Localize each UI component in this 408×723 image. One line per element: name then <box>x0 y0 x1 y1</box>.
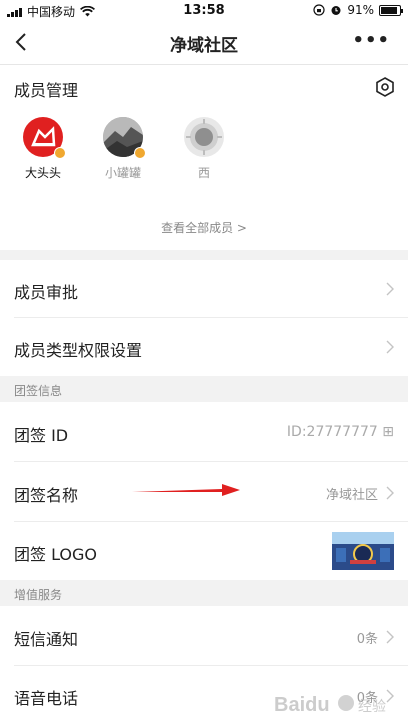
member-type-permissions-label: 成员类型权限设置 <box>14 341 143 360</box>
baidu-watermark-logo: Baidu 经验 <box>274 694 386 716</box>
member-type-permissions-row[interactable]: 成员类型权限设置 <box>0 318 408 376</box>
member-name: 大头头 <box>24 166 61 180</box>
chevron-right-icon <box>386 340 394 354</box>
group-logo-row[interactable]: 团签 LOGO <box>0 522 408 580</box>
chevron-right-icon <box>386 630 394 644</box>
chevron-right-icon <box>386 282 394 296</box>
svg-text:Baidu: Baidu <box>274 694 330 716</box>
alarm-icon <box>331 6 341 15</box>
group-info-section-header: 团签信息 <box>0 376 408 402</box>
hexagon-settings-icon[interactable] <box>374 76 396 98</box>
avatar <box>184 117 224 157</box>
orientation-lock-icon <box>313 4 325 16</box>
group-name-label: 团签名称 <box>14 486 79 505</box>
group-id-value: ID:27777777 ⊞ <box>286 424 394 440</box>
chevron-right-icon <box>386 486 394 500</box>
group-id-row[interactable]: 团签 ID ID:27777777 ⊞ <box>0 402 408 462</box>
svg-text:经验: 经验 <box>358 699 386 715</box>
annotation-arrow-icon <box>132 484 240 496</box>
member-approval-row[interactable]: 成员审批 <box>0 260 408 318</box>
member-approval-label: 成员审批 <box>14 283 79 302</box>
page-title: 净域社区 <box>170 36 238 56</box>
verified-badge-icon <box>134 147 146 159</box>
group-id-label: 团签 ID <box>14 426 69 445</box>
avatar <box>23 117 66 159</box>
member-item[interactable]: 小罐罐 <box>93 117 153 181</box>
member-management-title: 成员管理 <box>14 81 79 100</box>
verified-badge-icon <box>54 147 66 159</box>
more-options-icon[interactable]: ••• <box>352 30 390 51</box>
value-added-section-header: 增值服务 <box>0 580 408 606</box>
member-management-card: 成员管理 大头头 小罐罐 西 查看全部成员 > <box>0 64 408 250</box>
member-name: 西 <box>197 166 210 180</box>
sms-notification-row[interactable]: 短信通知 0条 <box>0 606 408 666</box>
group-logo-label: 团签 LOGO <box>14 545 98 564</box>
sms-count: 0条 <box>356 632 378 647</box>
voice-call-label: 语音电话 <box>14 689 79 708</box>
group-logo-thumbnail <box>332 532 394 570</box>
group-name-value: 净域社区 <box>325 488 378 503</box>
battery-icon <box>379 4 403 16</box>
avatar <box>103 117 146 159</box>
battery-percent: 91% <box>347 3 374 17</box>
member-item[interactable]: 大头头 <box>13 117 73 181</box>
member-name: 小罐罐 <box>104 166 141 180</box>
status-bar: 中国移动 13:58 91% <box>0 0 408 22</box>
nav-bar: 净域社区 ••• <box>0 22 408 64</box>
member-item[interactable]: 西 <box>174 117 234 181</box>
sms-notification-label: 短信通知 <box>14 630 79 649</box>
see-all-members-link[interactable]: 查看全部成员 > <box>0 219 408 236</box>
